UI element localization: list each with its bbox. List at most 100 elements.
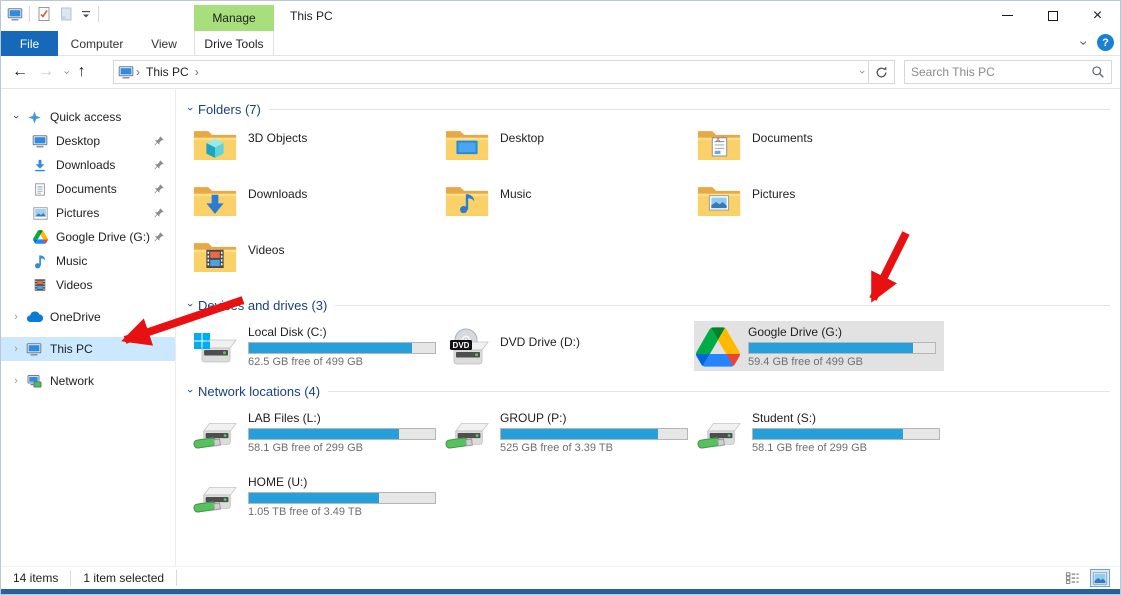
properties-icon[interactable] bbox=[36, 6, 52, 22]
breadcrumb-chevron-icon[interactable]: › bbox=[134, 65, 142, 79]
sidebar-item-network[interactable]: › Network bbox=[1, 369, 175, 393]
section-divider bbox=[335, 305, 1110, 306]
drive-tile-dvd-d[interactable]: DVD DVD Drive (D:) bbox=[442, 321, 692, 371]
large-icons-view-button[interactable] bbox=[1090, 569, 1110, 587]
recent-locations-icon[interactable]: › bbox=[60, 67, 71, 77]
refresh-icon bbox=[874, 65, 889, 80]
section-collapse-icon[interactable]: › bbox=[184, 101, 196, 117]
onedrive-cloud-icon bbox=[25, 309, 43, 325]
minimize-icon bbox=[1002, 15, 1013, 16]
pin-icon bbox=[153, 183, 165, 195]
section-collapse-icon[interactable]: › bbox=[184, 297, 196, 313]
chevron-collapsed-icon[interactable]: › bbox=[7, 343, 25, 355]
network-drive-tile-lab-files-l[interactable]: LAB Files (L:) 58.1 GB free of 299 GB bbox=[190, 407, 440, 457]
pin-icon bbox=[153, 207, 165, 219]
large-icons-view-icon bbox=[1092, 572, 1108, 585]
collapse-ribbon-icon[interactable]: › bbox=[1077, 40, 1093, 45]
forward-button[interactable]: → bbox=[35, 64, 57, 80]
this-pc-icon bbox=[118, 64, 134, 80]
minimize-button[interactable] bbox=[985, 1, 1030, 30]
network-drive-tile-group-p[interactable]: GROUP (P:) 525 GB free of 3.39 TB bbox=[442, 407, 692, 457]
quick-access-star-icon bbox=[25, 109, 43, 125]
section-header-devices: › Devices and drives (3) bbox=[182, 295, 1110, 315]
close-icon: × bbox=[1093, 8, 1102, 24]
back-button[interactable]: ← bbox=[9, 64, 31, 80]
title-bar: Manage This PC × bbox=[1, 1, 1120, 31]
network-drive-tile-student-s[interactable]: Student (S:) 58.1 GB free of 299 GB bbox=[694, 407, 944, 457]
selection-count: 1 item selected bbox=[71, 571, 176, 585]
videos-folder-icon bbox=[192, 235, 238, 278]
folder-tile-3d-objects[interactable]: 3D Objects bbox=[190, 119, 440, 175]
section-collapse-icon[interactable]: › bbox=[184, 383, 196, 399]
maximize-button[interactable] bbox=[1030, 1, 1075, 30]
customize-toolbar-icon[interactable] bbox=[80, 7, 92, 21]
help-button[interactable]: ? bbox=[1097, 34, 1114, 51]
toolbar-separator bbox=[29, 6, 30, 22]
downloads-folder-icon bbox=[192, 179, 238, 222]
details-view-icon bbox=[1065, 571, 1080, 585]
sidebar-item-quick-access[interactable]: › Quick access bbox=[1, 105, 175, 129]
search-input[interactable] bbox=[905, 65, 1091, 79]
status-bar: 14 items 1 item selected bbox=[1, 566, 1120, 589]
section-header-network: › Network locations (4) bbox=[182, 381, 1110, 401]
pin-icon bbox=[153, 231, 165, 243]
new-folder-icon[interactable] bbox=[58, 6, 74, 22]
tab-file[interactable]: File bbox=[1, 31, 58, 56]
folder-tile-videos[interactable]: Videos bbox=[190, 231, 440, 287]
sidebar-item-onedrive[interactable]: › OneDrive bbox=[1, 305, 175, 329]
folder-tile-music[interactable]: Music bbox=[442, 175, 692, 231]
drive-tile-local-disk-c[interactable]: Local Disk (C:) 62.5 GB free of 499 GB bbox=[190, 321, 440, 371]
network-grid: LAB Files (L:) 58.1 GB free of 299 GB GR… bbox=[190, 401, 1120, 521]
chevron-collapsed-icon[interactable]: › bbox=[7, 375, 25, 387]
3d-objects-folder-icon bbox=[192, 123, 238, 166]
search-icon[interactable] bbox=[1091, 65, 1105, 79]
sidebar-item-this-pc[interactable]: › This PC bbox=[1, 337, 175, 361]
folder-tile-pictures[interactable]: Pictures bbox=[694, 175, 944, 231]
up-button[interactable]: ↑ bbox=[75, 64, 89, 80]
documents-folder-icon: A bbox=[696, 123, 742, 166]
quick-access-toolbar bbox=[7, 6, 99, 22]
drive-tile-google-drive-g[interactable]: Google Drive (G:) 59.4 GB free of 499 GB bbox=[694, 321, 944, 371]
search-box[interactable] bbox=[904, 60, 1112, 84]
section-divider bbox=[269, 109, 1110, 110]
toolbar-separator bbox=[98, 6, 99, 22]
capacity-bar bbox=[748, 342, 936, 354]
tab-computer[interactable]: Computer bbox=[58, 31, 136, 56]
sidebar-item-downloads[interactable]: Downloads bbox=[1, 153, 175, 177]
sidebar-item-documents[interactable]: Documents bbox=[1, 177, 175, 201]
close-button[interactable]: × bbox=[1075, 1, 1120, 30]
address-bar[interactable]: › This PC › › bbox=[113, 60, 869, 84]
google-drive-icon bbox=[31, 229, 49, 245]
chevron-collapsed-icon[interactable]: › bbox=[7, 311, 25, 323]
folder-tile-documents[interactable]: A Documents bbox=[694, 119, 944, 175]
tab-drive-tools[interactable]: Drive Tools bbox=[194, 31, 274, 56]
chevron-expanded-icon[interactable]: › bbox=[10, 108, 22, 126]
tab-view[interactable]: View bbox=[136, 31, 192, 56]
desktop-icon bbox=[31, 133, 49, 149]
sidebar-item-desktop[interactable]: Desktop bbox=[1, 129, 175, 153]
google-drive-icon bbox=[696, 327, 740, 367]
breadcrumb-chevron-icon[interactable]: › bbox=[193, 65, 201, 79]
folder-tile-downloads[interactable]: Downloads bbox=[190, 175, 440, 231]
refresh-button[interactable] bbox=[869, 60, 895, 84]
navigation-bar: ← → › ↑ › This PC › › bbox=[1, 56, 1120, 89]
details-view-button[interactable] bbox=[1062, 569, 1082, 587]
sidebar-item-videos[interactable]: Videos bbox=[1, 273, 175, 297]
address-dropdown-icon[interactable]: › bbox=[856, 70, 868, 74]
sidebar-item-google-drive[interactable]: Google Drive (G:) bbox=[1, 225, 175, 249]
drives-grid: Local Disk (C:) 62.5 GB free of 499 GB D… bbox=[190, 315, 1120, 371]
dvd-label: DVD bbox=[453, 341, 470, 350]
svg-text:A: A bbox=[716, 138, 720, 144]
ribbon-tab-bar: File Computer View Drive Tools › ? bbox=[1, 31, 1120, 56]
capacity-bar bbox=[248, 342, 436, 354]
folder-tile-desktop[interactable]: Desktop bbox=[442, 119, 692, 175]
breadcrumb-this-pc[interactable]: This PC bbox=[142, 65, 193, 79]
network-drive-tile-home-u[interactable]: HOME (U:) 1.05 TB free of 3.49 TB bbox=[190, 471, 440, 521]
videos-icon bbox=[31, 277, 49, 293]
folders-grid: 3D Objects Desktop A bbox=[190, 119, 1120, 287]
this-pc-icon bbox=[25, 341, 43, 357]
capacity-bar bbox=[248, 428, 436, 440]
navigation-pane: › Quick access Desktop Downloads Do bbox=[1, 89, 176, 566]
sidebar-item-pictures[interactable]: Pictures bbox=[1, 201, 175, 225]
sidebar-item-music[interactable]: Music bbox=[1, 249, 175, 273]
